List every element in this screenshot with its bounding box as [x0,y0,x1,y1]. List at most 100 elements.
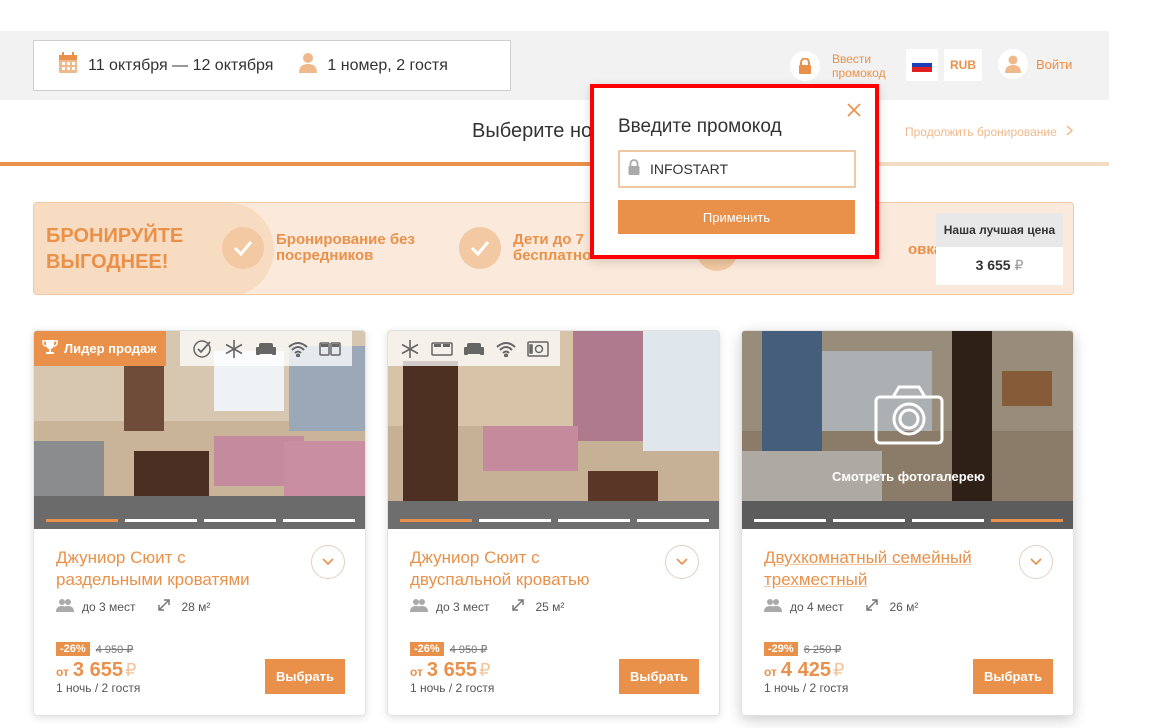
apply-promo-button[interactable]: Применить [618,200,855,234]
per-night-text: 1 ночь / 2 гостя [56,681,141,695]
carousel-dot[interactable] [912,519,984,522]
best-price-label: Наша лучшая цена [936,213,1063,247]
ruble-sign: ₽ [832,660,845,680]
discount-row: -26% 4 950 ₽ [410,642,487,656]
double-bed-icon [431,338,453,360]
promo-input-field[interactable] [618,150,856,188]
best-price-value-row: 3 655 ₽ [936,257,1063,274]
room-meta: до 3 мест 28 м² [56,598,210,615]
promo-code-button[interactable]: Ввести промокод [790,44,900,88]
snowflake-icon [223,338,245,360]
discount-badge: -26% [410,642,444,656]
view-gallery-link[interactable]: Смотреть фотогалерею [742,469,1073,484]
promo-code-popup: Введите промокод Применить [590,84,879,259]
banner-title-line1: БРОНИРУЙТЕ [46,225,184,247]
price-row: от 3 655 ₽ [56,659,136,682]
expand-details-button[interactable] [665,545,699,579]
room-title[interactable]: Джуниор Сюит с раздельными кроватями [56,547,306,591]
photo-carousel-dots[interactable] [46,519,362,522]
room-title[interactable]: Двухкомнатный семейный трехместный [764,547,1014,591]
old-price: 4 950 ₽ [95,643,134,656]
lock-icon [790,51,820,81]
amenities-strip [388,331,560,366]
badge-label: Лидер продаж [64,341,157,356]
carousel-dot[interactable] [204,519,276,522]
sofa-icon [463,338,485,360]
discount-badge: -26% [56,642,90,656]
safe-icon [527,338,549,360]
select-room-button[interactable]: Выбрать [265,659,345,694]
guests-icon [56,598,74,615]
price-value: 3 655 [426,659,477,681]
chevron-right-icon [1066,125,1074,139]
carousel-dot[interactable] [558,519,630,522]
capacity-text: до 4 мест [790,599,844,614]
best-price-value: 3 655 [975,257,1011,273]
price-value: 3 655 [72,659,123,681]
benefits-banner: БРОНИРУЙТЕ ВЫГОДНЕЕ! Бронирование без по… [33,202,1074,295]
currency-button[interactable]: RUB [944,49,982,81]
photo-carousel-dots[interactable] [754,519,1070,522]
best-price-box: Наша лучшая цена 3 655 ₽ [936,213,1063,285]
carousel-dot[interactable] [833,519,905,522]
carousel-dot[interactable] [479,519,551,522]
room-card: Смотреть фотогалерею Двухкомнатный семей… [741,330,1074,716]
chevron-down-icon [1030,558,1042,566]
price-row: от 3 655 ₽ [410,659,490,682]
discount-badge: -29% [764,642,798,656]
continue-booking-link[interactable]: Продолжить бронирование [905,125,1074,139]
price-from: от [410,665,423,679]
russia-flag-icon [912,58,932,72]
feature-label: бесплатно [513,247,592,264]
room-title-line2: трехместный [764,570,868,589]
room-card: Лидер продаж Джуниор Сюит с раздельными … [33,330,366,716]
sofa-icon [255,338,277,360]
ruble-sign: ₽ [478,660,491,680]
carousel-dot[interactable] [283,519,355,522]
room-title[interactable]: Джуниор Сюит с двуспальной кроватью [410,547,660,591]
discount-row: -26% 4 950 ₽ [56,642,133,656]
carousel-dot[interactable] [637,519,709,522]
room-card: Джуниор Сюит с двуспальной кроватью до 3… [387,330,720,716]
guests-text: 1 номер, 2 гостя [327,56,448,74]
login-button[interactable]: Войти [998,49,1072,79]
expand-details-button[interactable] [1019,545,1053,579]
guests-segment[interactable]: 1 номер, 2 гостя [299,53,448,78]
search-summary[interactable]: 11 октября — 12 октября 1 номер, 2 гостя [33,40,511,91]
language-button[interactable] [906,49,938,81]
close-icon [847,103,861,117]
promo-label-1: Ввести [832,52,872,66]
feature-kids-free: Дети до 7 бесплатно [459,227,591,269]
expand-details-button[interactable] [311,545,345,579]
select-room-button[interactable]: Выбрать [973,659,1053,694]
check-icon [459,227,501,269]
price-value: 4 425 [780,659,831,681]
promo-code-input[interactable] [650,161,840,177]
old-price: 4 950 ₽ [449,643,488,656]
area-icon [511,598,525,615]
step-title: Выберите номер [472,120,592,142]
feature-no-intermediaries: Бронирование без посредников [222,227,415,269]
dates-segment[interactable]: 11 октября — 12 октября [58,52,273,79]
carousel-dot[interactable] [991,519,1063,522]
twin-beds-icon [319,338,341,360]
per-night-text: 1 ночь / 2 гостя [410,681,495,695]
carousel-dot[interactable] [400,519,472,522]
ruble-sign: ₽ [124,660,137,680]
guests-icon [764,598,782,615]
capacity-text: до 3 мест [436,599,490,614]
room-title-line2: раздельными кроватями [56,570,250,589]
select-room-button[interactable]: Выбрать [619,659,699,694]
price-from: от [764,665,777,679]
carousel-dot[interactable] [46,519,118,522]
area-icon [157,598,171,615]
continue-label: Продолжить бронирование [905,125,1057,139]
carousel-dot[interactable] [754,519,826,522]
capacity-text: до 3 мест [82,599,136,614]
close-button[interactable] [846,102,864,120]
per-night-text: 1 ночь / 2 гостя [764,681,849,695]
room-title-line2: двуспальной кроватью [410,570,590,589]
photo-carousel-dots[interactable] [400,519,716,522]
room-meta: до 4 мест 26 м² [764,598,918,615]
carousel-dot[interactable] [125,519,197,522]
